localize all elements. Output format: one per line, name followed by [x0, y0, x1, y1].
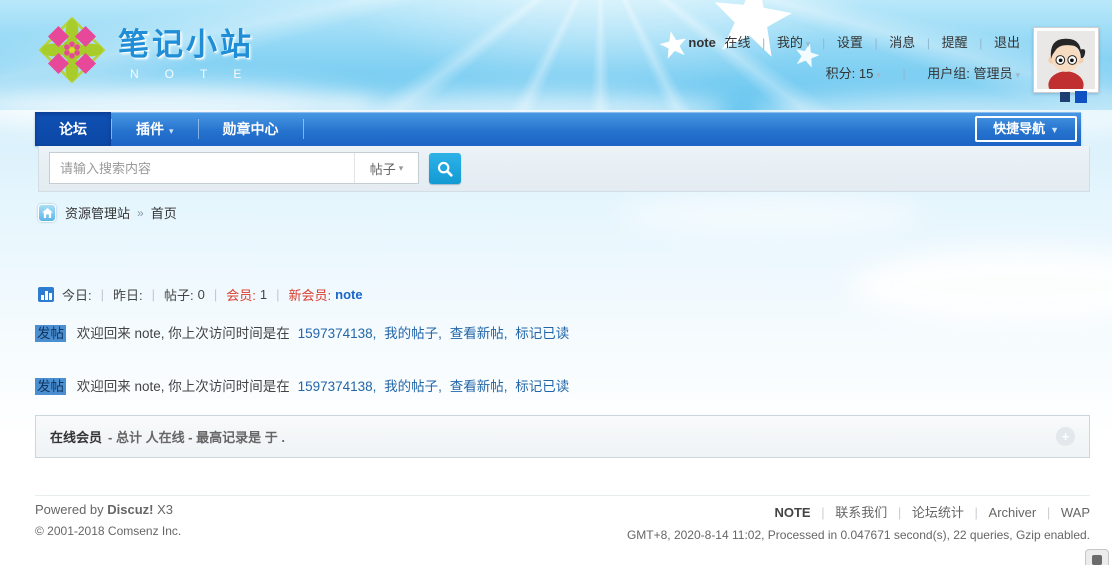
stat-members-label: 会员: [226, 285, 256, 304]
chevron-down-icon: ▾ [1015, 70, 1020, 80]
search-scope-dropdown[interactable]: 帖子▾ [354, 153, 418, 183]
arrow-up-icon [1092, 555, 1102, 565]
new-posts-link[interactable]: 查看新帖, [450, 379, 508, 394]
search-button[interactable] [429, 153, 461, 184]
powered-by-text: Powered by [35, 502, 104, 517]
menu-my[interactable]: 我的 [777, 35, 803, 50]
separator: | [214, 287, 217, 302]
search-icon [436, 160, 454, 178]
my-posts-link[interactable]: 我的帖子, [384, 326, 442, 341]
breadcrumb-page-link[interactable]: 首页 [151, 203, 177, 222]
separator: | [762, 36, 765, 50]
separator: | [874, 36, 877, 50]
last-visit-timestamp: 1597374138, [298, 326, 377, 341]
stat-today: 今日: [62, 285, 92, 304]
separator: | [902, 67, 905, 81]
separator: | [152, 287, 155, 302]
online-status: 在线 [725, 35, 751, 50]
chevron-down-icon: ▼ [1050, 125, 1059, 135]
breadcrumb-site-link[interactable]: 资源管理站 [65, 203, 130, 222]
username-link[interactable]: note [688, 35, 715, 50]
separator: | [276, 287, 279, 302]
flower-logo-icon [38, 16, 106, 84]
back-to-top-button[interactable] [1085, 549, 1109, 565]
expand-icon[interactable]: + [1056, 427, 1075, 446]
search-input[interactable] [50, 153, 354, 183]
online-members-title: 在线会员 [50, 427, 102, 446]
search-bar: 帖子▾ [38, 146, 1090, 192]
welcome-text: 欢迎回来 note, 你上次访问时间是在 [77, 379, 290, 394]
menu-notices[interactable]: 提醒 [942, 35, 968, 50]
credits-link[interactable]: 积分: 15 [826, 66, 874, 81]
main-navbar: 论坛 插件▾ 勋章中心 快捷导航▼ [35, 112, 1081, 146]
stat-yesterday: 昨日: [113, 285, 143, 304]
new-posts-link[interactable]: 查看新帖, [450, 326, 508, 341]
stat-new-member-label: 新会员: [289, 285, 332, 304]
wap-link[interactable]: WAP [1061, 505, 1090, 520]
separator: | [979, 36, 982, 50]
avatar[interactable] [1033, 27, 1099, 93]
usergroup-link[interactable]: 用户组: 管理员 [927, 66, 1012, 81]
forum-stats-link[interactable]: 论坛统计 [912, 505, 964, 520]
user-menu: note 在线 | 我的▾ | 设置 | 消息 | 提醒 | 退出 积分: 15… [688, 32, 1020, 82]
breadcrumb-separator: » [137, 206, 144, 220]
mark-read-link[interactable]: 标记已读 [515, 326, 569, 341]
nav-separator [303, 119, 304, 139]
welcome-message: 发帖 欢迎回来 note, 你上次访问时间是在 1597374138, 我的帖子… [35, 375, 569, 395]
separator: | [975, 505, 978, 520]
mark-read-link[interactable]: 标记已读 [515, 379, 569, 394]
stat-posts-value: 0 [198, 287, 205, 302]
server-info-text: GMT+8, 2020-8-14 11:02, Processed in 0.0… [627, 528, 1090, 542]
online-members-panel: 在线会员 - 总计 人在线 - 最高记录是 于 . + [35, 415, 1090, 458]
nav-forum[interactable]: 论坛 [35, 112, 111, 146]
nav-plugins[interactable]: 插件▾ [112, 112, 198, 146]
site-subtitle: NOTE [118, 67, 267, 81]
discuz-link[interactable]: Discuz! [107, 502, 153, 517]
nav-medal-center[interactable]: 勋章中心 [199, 112, 303, 146]
theme-swatch-dark[interactable] [1060, 92, 1070, 102]
separator: | [822, 36, 825, 50]
menu-messages[interactable]: 消息 [889, 35, 915, 50]
my-posts-link[interactable]: 我的帖子, [384, 379, 442, 394]
welcome-text: 欢迎回来 note, 你上次访问时间是在 [77, 326, 290, 341]
post-badge: 发帖 [35, 325, 66, 342]
separator: | [821, 505, 824, 520]
theme-swatch-blue[interactable] [1075, 91, 1087, 103]
menu-settings[interactable]: 设置 [837, 35, 863, 50]
footer-site-name: NOTE [774, 505, 810, 520]
separator: | [927, 36, 930, 50]
menu-logout[interactable]: 退出 [994, 35, 1020, 50]
chevron-down-icon: ▾ [399, 163, 404, 174]
home-icon[interactable] [38, 204, 56, 222]
archiver-link[interactable]: Archiver [989, 505, 1037, 520]
avatar-image [1037, 31, 1095, 89]
chevron-down-icon: ▾ [876, 70, 881, 80]
post-badge: 发帖 [35, 378, 66, 395]
chevron-down-icon: ▾ [806, 39, 811, 49]
online-members-detail: - 总计 人在线 - 最高记录是 于 . [108, 427, 285, 446]
separator: | [898, 505, 901, 520]
discuz-version: X3 [157, 502, 173, 517]
quick-nav-button[interactable]: 快捷导航▼ [975, 116, 1077, 142]
separator: | [101, 287, 104, 302]
site-title: 笔记小站 [118, 19, 267, 64]
site-logo[interactable]: 笔记小站 NOTE [38, 16, 267, 84]
copyright-text: © 2001-2018 Comsenz Inc. [35, 524, 181, 538]
new-member-link[interactable]: note [335, 287, 362, 302]
last-visit-timestamp: 1597374138, [298, 379, 377, 394]
breadcrumb: 资源管理站 » 首页 [38, 203, 177, 222]
bar-chart-icon [38, 287, 54, 302]
stat-members-value: 1 [260, 287, 267, 302]
contact-us-link[interactable]: 联系我们 [835, 505, 887, 520]
footer: Powered by Discuz! X3 © 2001-2018 Comsen… [35, 495, 1090, 542]
separator: | [1047, 505, 1050, 520]
search-box: 帖子▾ [49, 152, 419, 184]
stat-posts-label: 帖子: [164, 285, 194, 304]
forum-stats-line: 今日: | 昨日: | 帖子: 0 | 会员: 1 | 新会员: note [38, 285, 363, 304]
welcome-message: 发帖 欢迎回来 note, 你上次访问时间是在 1597374138, 我的帖子… [35, 322, 569, 342]
cloud [620, 195, 920, 235]
chevron-down-icon: ▾ [169, 126, 174, 136]
